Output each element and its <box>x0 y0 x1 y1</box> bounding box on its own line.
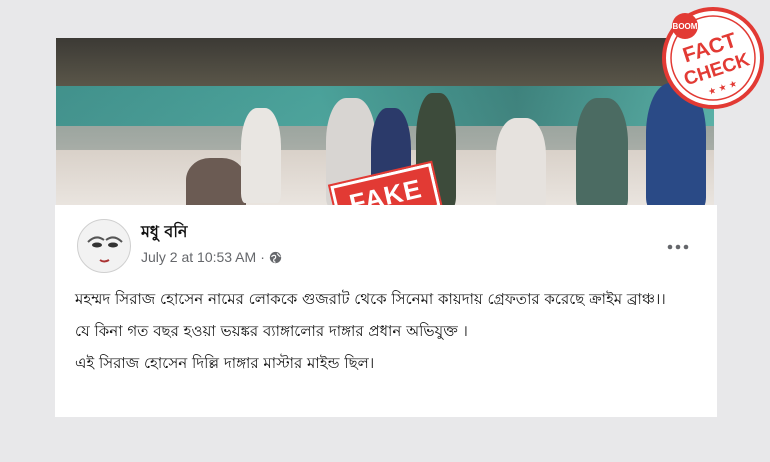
boom-fact-check-seal: BOOM FACT CHECK ★ ★ ★ <box>662 7 764 109</box>
facebook-post: মধু বনি July 2 at 10:53 AM · মহম্মদ সিরা… <box>55 205 717 417</box>
post-text: মহম্মদ সিরাজ হোসেন নামের লোককে গুজরাট থে… <box>75 287 703 383</box>
person <box>186 158 246 210</box>
seal-top-text: BOOM <box>673 22 698 31</box>
person <box>241 108 281 203</box>
roof <box>56 38 714 86</box>
post-paragraph: এই সিরাজ হোসেন দিল্লি দাঙ্গার মাস্টার মা… <box>75 354 375 372</box>
post-date[interactable]: July 2 at 10:53 AM <box>141 249 256 265</box>
post-meta: July 2 at 10:53 AM · <box>141 249 282 265</box>
globe-icon <box>269 251 282 263</box>
person <box>576 98 628 210</box>
meta-separator: · <box>260 249 265 265</box>
avatar-sketch <box>87 236 123 263</box>
author-name[interactable]: মধু বনি <box>141 219 187 246</box>
post-paragraph: মহম্মদ সিরাজ হোসেন নামের লোককে গুজরাট থে… <box>75 290 666 308</box>
person <box>496 118 546 210</box>
post-paragraph: যে কিনা গত বছর হওয়া ভয়ঙ্কর ব্যাঙ্গালোর… <box>75 322 468 340</box>
more-options-icon[interactable] <box>667 243 689 251</box>
avatar[interactable] <box>77 219 131 273</box>
